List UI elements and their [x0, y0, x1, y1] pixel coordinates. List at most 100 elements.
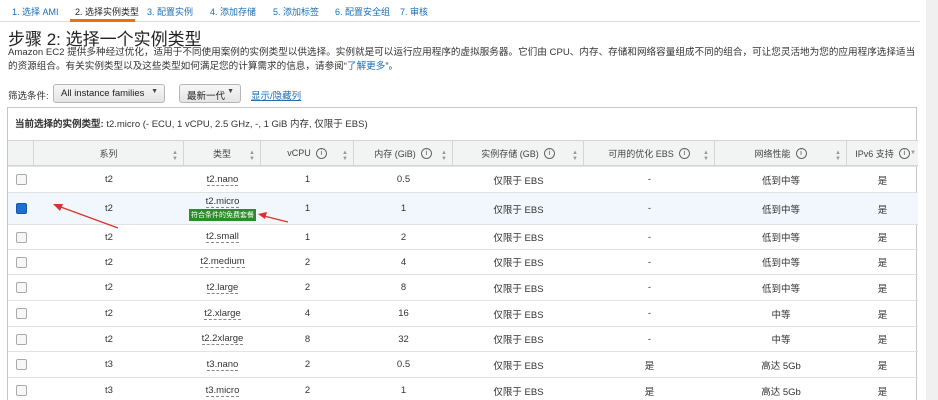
cell-type[interactable]: t3.micro	[205, 385, 240, 397]
row-checkbox[interactable]	[15, 256, 27, 268]
cell-vcpu: 2	[304, 385, 311, 396]
caret-down-icon: ▼	[151, 88, 158, 95]
cell-vcpu: 2	[304, 282, 311, 293]
cell-type[interactable]: t3.nano	[206, 359, 239, 371]
info-icon[interactable]: i	[543, 147, 555, 159]
table-row[interactable]: t2 t2.xlarge 4 16 仅限于 EBS - 中等 是	[8, 300, 918, 326]
cell-type[interactable]: t2.nano	[206, 174, 239, 186]
column-header-family[interactable]: 系列 ▲ ▼	[34, 141, 184, 165]
cell-type[interactable]: t2.xlarge	[204, 308, 241, 320]
sort-icon[interactable]: ▲ ▼	[172, 150, 178, 162]
column-label: 可用的优化 EBS	[608, 148, 674, 159]
info-icon[interactable]: i	[795, 147, 807, 159]
row-checkbox[interactable]	[15, 359, 27, 370]
table-header: 系列 ▲ ▼ 类型 ▲ ▼ vCPU i ▲ ▼ 内存 (GiB) i ▲ ▼ 实例存储 (GB) i…	[8, 140, 918, 166]
cell-storage: 仅限于 EBS	[493, 258, 544, 269]
column-header-network[interactable]: 网络性能 i ▲ ▼	[715, 141, 847, 165]
instance-type-panel: 当前选择的实例类型: t2.micro (- ECU, 1 vCPU, 2.5 …	[7, 107, 918, 400]
column-header-type[interactable]: 类型 ▲ ▼	[184, 141, 261, 165]
cell-ipv6: 是	[877, 258, 888, 269]
sort-icon[interactable]: ▲ ▼	[572, 150, 578, 162]
cell-network: 中等	[771, 309, 791, 321]
info-icon[interactable]: i	[678, 147, 690, 159]
column-header-instance-storage[interactable]: 实例存储 (GB) i ▲ ▼	[453, 141, 584, 165]
cell-family: t2	[105, 203, 113, 214]
cell-network: 高达 5Gb	[761, 360, 801, 372]
cell-storage: 仅限于 EBS	[493, 233, 544, 244]
step-choose-ami[interactable]: 1. 选择 AMI	[12, 5, 59, 18]
cell-vcpu: 1	[304, 203, 311, 214]
cell-type[interactable]: t2.2xlarge	[201, 333, 244, 345]
row-checkbox[interactable]	[15, 282, 27, 293]
column-header-ipv6[interactable]: IPv6 支持 i ▼	[847, 141, 918, 165]
table-row[interactable]: t2 t2.2xlarge 8 32 仅限于 EBS - 中等 是	[8, 326, 918, 351]
row-checkbox[interactable]	[15, 333, 27, 345]
table-row[interactable]: t2 t2.large 2 8 仅限于 EBS - 低到中等 是	[8, 274, 918, 300]
cell-type[interactable]: t2.medium	[200, 256, 245, 268]
row-checkbox[interactable]	[15, 174, 27, 185]
cell-ipv6: 是	[877, 360, 888, 372]
show-hide-columns-link[interactable]: 显示/隐藏列	[251, 88, 301, 102]
cell-storage: 仅限于 EBS	[493, 386, 544, 398]
info-icon[interactable]: i	[898, 147, 910, 159]
table-row-selected[interactable]: t2 t2.micro 符合条件的免费套餐 1 1 仅限于 EBS - 低到中等…	[8, 192, 918, 224]
table-row[interactable]: t3 t3.nano 2 0.5 仅限于 EBS 是 高达 5Gb 是	[8, 351, 918, 377]
info-icon[interactable]: i	[420, 147, 432, 159]
step-configure-instance[interactable]: 3. 配置实例	[147, 5, 193, 18]
row-checkbox[interactable]	[15, 231, 27, 243]
row-checkbox[interactable]	[15, 308, 27, 319]
cell-memory: 1	[400, 385, 407, 396]
filter-label: 筛选条件:	[8, 91, 49, 102]
current-selection-label: 当前选择的实例类型:	[15, 119, 104, 130]
sort-icon[interactable]: ▼	[910, 150, 916, 156]
cell-type[interactable]: t2.large	[206, 282, 239, 294]
page-scrollbar[interactable]	[926, 0, 938, 400]
cell-family: t2	[105, 231, 113, 243]
current-selection: 当前选择的实例类型: t2.micro (- ECU, 1 vCPU, 2.5 …	[15, 116, 368, 130]
step-choose-instance-type[interactable]: 2. 选择实例类型	[75, 5, 139, 18]
cell-memory: 0.5	[396, 359, 411, 370]
cell-network: 低到中等	[761, 258, 800, 269]
column-header-ebs-optimized[interactable]: 可用的优化 EBS i ▲ ▼	[584, 141, 715, 165]
sort-icon[interactable]: ▲ ▼	[342, 150, 348, 162]
row-checkbox[interactable]	[15, 385, 27, 396]
cell-memory: 2	[400, 231, 407, 243]
info-icon[interactable]: i	[315, 147, 327, 159]
cell-network: 低到中等	[761, 283, 800, 295]
table-row[interactable]: t2 t2.medium 2 4 仅限于 EBS - 低到中等 是	[8, 249, 918, 274]
sort-icon[interactable]: ▲ ▼	[249, 150, 255, 162]
cell-ebs-optimized: -	[647, 203, 652, 214]
table-row[interactable]: t2 t2.small 1 2 仅限于 EBS - 低到中等 是	[8, 224, 918, 249]
cell-type[interactable]: t2.small	[206, 231, 239, 243]
cell-memory: 0.5	[396, 174, 411, 185]
cell-ebs-optimized: -	[647, 256, 652, 268]
free-tier-badge: 符合条件的免费套餐	[189, 209, 256, 221]
row-checkbox-checked[interactable]	[15, 203, 27, 214]
column-header-memory[interactable]: 内存 (GiB) i ▲ ▼	[354, 141, 453, 165]
table-row[interactable]: t2 t2.nano 1 0.5 仅限于 EBS - 低到中等 是	[8, 166, 918, 192]
step-configure-security-group[interactable]: 6. 配置安全组	[335, 5, 390, 18]
sort-icon[interactable]: ▲ ▼	[835, 150, 841, 162]
cell-storage: 仅限于 EBS	[493, 204, 544, 216]
cell-ebs-optimized: -	[647, 282, 652, 293]
table-row[interactable]: t3 t3.micro 2 1 仅限于 EBS 是 高达 5Gb 是	[8, 377, 918, 400]
step-add-storage[interactable]: 4. 添加存储	[210, 5, 256, 18]
instance-family-select[interactable]: All instance families ▼	[53, 84, 165, 103]
column-header-vcpu[interactable]: vCPU i ▲ ▼	[261, 141, 354, 165]
cell-ebs-optimized: -	[647, 333, 652, 345]
cell-vcpu: 1	[304, 231, 311, 243]
cell-memory: 16	[398, 308, 409, 319]
learn-more-link[interactable]: 了解更多	[347, 61, 385, 72]
column-label: 实例存储 (GB)	[481, 148, 539, 159]
caret-down-icon: ▼	[227, 88, 234, 95]
sort-icon[interactable]: ▲ ▼	[703, 150, 709, 162]
sort-icon[interactable]: ▲ ▼	[441, 150, 447, 162]
step-review[interactable]: 7. 审核	[400, 5, 428, 18]
cell-network: 低到中等	[761, 175, 800, 187]
cell-network: 高达 5Gb	[761, 386, 801, 398]
cell-memory: 8	[400, 282, 407, 293]
step-add-tags[interactable]: 5. 添加标签	[273, 5, 319, 18]
cell-type[interactable]: t2.micro	[205, 196, 240, 208]
cell-ipv6: 是	[877, 175, 888, 187]
generation-select[interactable]: 最新一代 ▼	[179, 84, 241, 103]
